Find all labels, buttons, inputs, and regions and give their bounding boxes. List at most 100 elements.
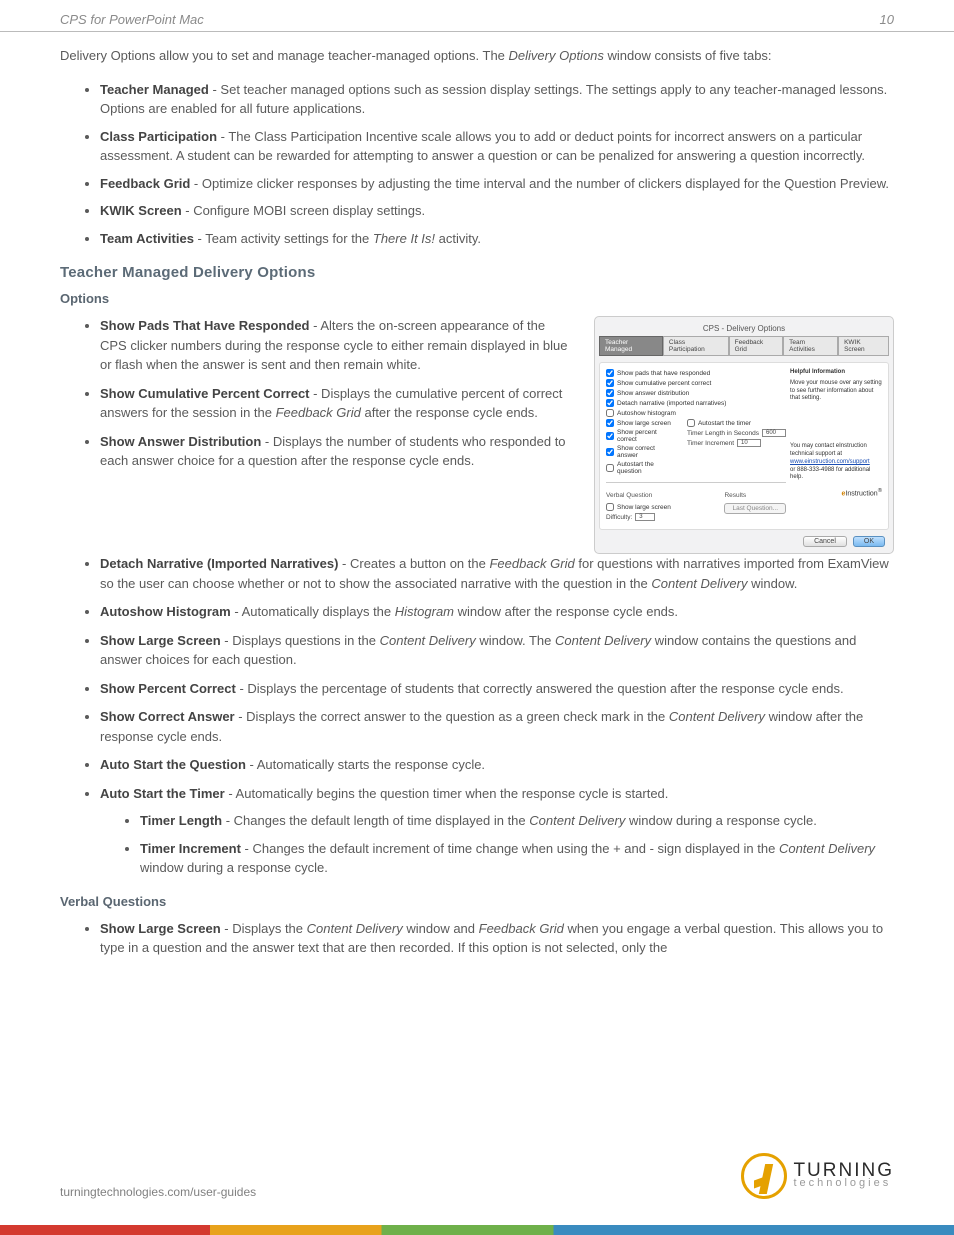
support-phone: or 888-333-4988 for additional help. — [790, 467, 882, 483]
subsection-verbal-questions: Verbal Questions — [60, 894, 894, 909]
timer-length-label: Timer Length in Seconds — [687, 430, 759, 437]
tab-name: Team Activities — [100, 231, 194, 246]
tab-desc: - Optimize clicker responses by adjustin… — [190, 176, 889, 191]
page-number: 10 — [880, 12, 894, 27]
difficulty-label: Difficulty: — [606, 514, 632, 521]
checkbox-row[interactable]: Detach narrative (imported narratives) — [606, 399, 786, 407]
page-header: CPS for PowerPoint Mac 10 — [0, 0, 954, 32]
intro-em: Delivery Options — [509, 48, 604, 63]
opt-em: Content Delivery — [529, 813, 625, 828]
difficulty-select[interactable]: 3 — [635, 513, 655, 521]
opt-desc-em: Feedback Grid — [276, 405, 361, 420]
section-teacher-managed: Teacher Managed Delivery Options — [60, 264, 894, 281]
checkbox-label: Show large screen — [617, 504, 671, 511]
list-item: Auto Start the Question - Automatically … — [100, 755, 894, 775]
dialog-tabs: Teacher Managed Class Participation Feed… — [599, 336, 889, 356]
dialog-title: CPS - Delivery Options — [599, 321, 889, 336]
checkbox-row[interactable]: Show large screen — [606, 503, 714, 511]
tab-desc: activity. — [435, 231, 481, 246]
list-item: Show Correct Answer - Displays the corre… — [100, 707, 894, 746]
checkbox-row[interactable]: Show pads that have responded — [606, 369, 786, 377]
opt-name: Auto Start the Timer — [100, 786, 225, 801]
opt-name: Show Percent Correct — [100, 681, 236, 696]
opt-desc: - Displays the correct answer to the que… — [235, 709, 669, 724]
tab-class-participation[interactable]: Class Participation — [663, 336, 729, 356]
options-list-top: Show Pads That Have Responded - Alters t… — [60, 316, 574, 471]
support-text: You may contact eInstruction technical s… — [790, 443, 882, 459]
checkbox[interactable] — [606, 448, 614, 456]
tab-teacher-managed[interactable]: Teacher Managed — [599, 336, 663, 356]
opt-desc: - Displays the — [221, 921, 307, 936]
checkbox[interactable] — [606, 399, 614, 407]
list-item: Class Participation - The Class Particip… — [100, 127, 894, 166]
tab-name: Class Participation — [100, 129, 217, 144]
timer-length-input[interactable]: 600 — [762, 429, 786, 437]
opt-desc: - Creates a button on the — [338, 556, 489, 571]
decorative-stripe — [0, 1225, 954, 1235]
opt-desc: - Displays the percentage of students th… — [236, 681, 844, 696]
list-item: Timer Increment - Changes the default in… — [140, 839, 894, 878]
results-header: Results — [724, 492, 786, 499]
timer-increment-label: Timer Increment — [687, 440, 734, 447]
opt-desc: window during a response cycle. — [625, 813, 817, 828]
logo-mark-icon — [741, 1153, 787, 1199]
checkbox-row[interactable]: Show large screen — [606, 419, 677, 427]
checkbox-label: Detach narrative (imported narratives) — [617, 400, 726, 407]
checkbox[interactable] — [606, 409, 614, 417]
help-header: Helpful Information — [790, 369, 882, 377]
timer-increment-input[interactable]: 10 — [737, 439, 761, 447]
intro-paragraph: Delivery Options allow you to set and ma… — [60, 46, 894, 66]
opt-name: Detach Narrative (Imported Narratives) — [100, 556, 338, 571]
list-item: Team Activities - Team activity settings… — [100, 229, 894, 249]
checkbox-label: Show percent correct — [617, 429, 677, 443]
checkbox[interactable] — [606, 389, 614, 397]
checkbox-label: Show correct answer — [617, 445, 677, 459]
tab-kwik-screen[interactable]: KWIK Screen — [838, 336, 889, 356]
last-question-button[interactable]: Last Question... — [724, 503, 786, 514]
checkbox-label: Autostart the timer — [698, 420, 751, 427]
support-link[interactable]: www.einstruction.com/support — [790, 459, 882, 467]
checkbox[interactable] — [606, 379, 614, 387]
list-item: Show Cumulative Percent Correct - Displa… — [100, 384, 574, 423]
verbal-question-header: Verbal Question — [606, 492, 714, 499]
opt-name: Show Large Screen — [100, 921, 221, 936]
tab-name: Feedback Grid — [100, 176, 190, 191]
opt-name: Timer Increment — [140, 841, 241, 856]
checkbox[interactable] — [606, 503, 614, 511]
ok-button[interactable]: OK — [853, 536, 885, 547]
checkbox[interactable] — [606, 464, 614, 472]
checkbox-label: Autostart the question — [617, 461, 677, 475]
checkbox-row[interactable]: Show cumulative percent correct — [606, 379, 786, 387]
intro-post: window consists of five tabs: — [604, 48, 772, 63]
list-item: Autoshow Histogram - Automatically displ… — [100, 602, 894, 622]
list-item: Timer Length - Changes the default lengt… — [140, 811, 894, 831]
checkbox-row[interactable]: Autostart the question — [606, 461, 677, 475]
opt-name: Show Pads That Have Responded — [100, 318, 310, 333]
checkbox-label: Autoshow histogram — [617, 410, 676, 417]
checkbox-row[interactable]: Autoshow histogram — [606, 409, 786, 417]
checkbox-row[interactable]: Show correct answer — [606, 445, 677, 459]
tab-feedback-grid[interactable]: Feedback Grid — [729, 336, 784, 356]
list-item: KWIK Screen - Configure MOBI screen disp… — [100, 201, 894, 221]
checkbox[interactable] — [606, 419, 614, 427]
checkbox-row[interactable]: Show answer distribution — [606, 389, 786, 397]
tab-team-activities[interactable]: Team Activities — [783, 336, 838, 356]
tab-desc: - Set teacher managed options such as se… — [100, 82, 887, 117]
checkbox[interactable] — [606, 369, 614, 377]
verbal-list: Show Large Screen - Displays the Content… — [60, 919, 894, 958]
opt-name: Auto Start the Question — [100, 757, 246, 772]
opt-desc: window after the response cycle ends. — [454, 604, 678, 619]
checkbox[interactable] — [606, 432, 614, 440]
checkbox-label: Show cumulative percent correct — [617, 380, 711, 387]
list-item: Auto Start the Timer - Automatically beg… — [100, 784, 894, 878]
opt-em: Content Delivery — [307, 921, 403, 936]
checkbox-row[interactable]: Autostart the timer — [687, 419, 786, 427]
opt-name: Autoshow Histogram — [100, 604, 231, 619]
opt-desc: window and — [403, 921, 479, 936]
checkbox[interactable] — [687, 419, 695, 427]
opt-desc: - Automatically begins the question time… — [225, 786, 669, 801]
cancel-button[interactable]: Cancel — [803, 536, 847, 547]
opt-desc: - Automatically starts the response cycl… — [246, 757, 485, 772]
checkbox-row[interactable]: Show percent correct — [606, 429, 677, 443]
opt-em: Content Delivery — [380, 633, 476, 648]
